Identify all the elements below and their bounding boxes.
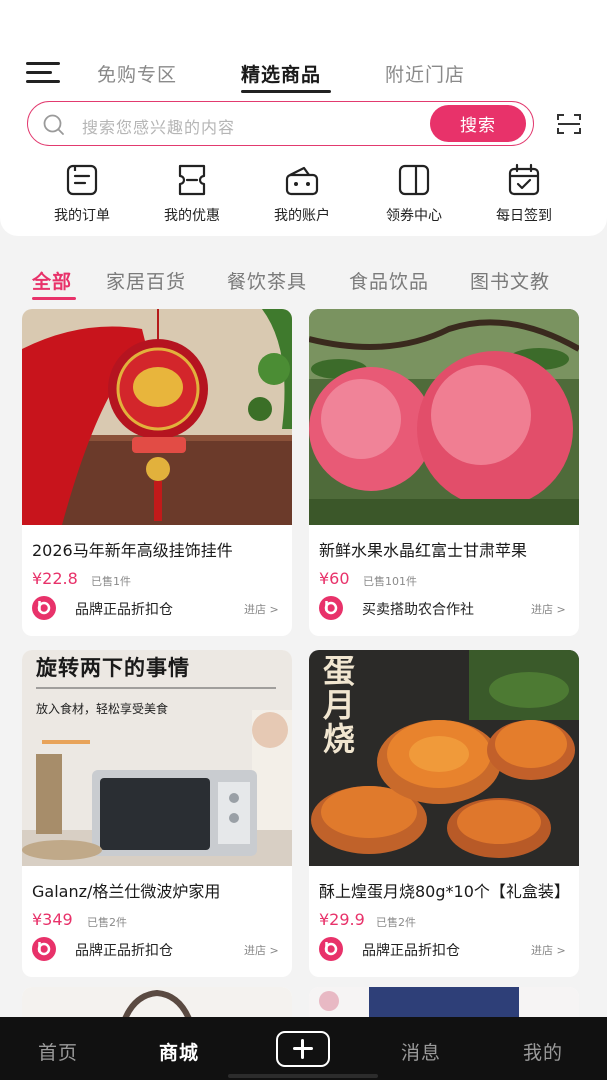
store-logo-icon bbox=[319, 596, 343, 620]
tab-featured-products[interactable]: 精选商品 bbox=[241, 60, 321, 87]
product-sold-count: 已售2件 bbox=[376, 916, 416, 929]
product-sold-count: 已售2件 bbox=[87, 916, 127, 929]
store-name: 品牌正品折扣仓 bbox=[75, 602, 173, 618]
nav-profile[interactable]: 我的 bbox=[523, 1038, 563, 1065]
coupon-icon bbox=[178, 164, 206, 196]
quick-action-label: 我的订单 bbox=[54, 208, 110, 224]
tab-nearby-stores[interactable]: 附近门店 bbox=[385, 60, 465, 87]
product-sold-count: 已售1件 bbox=[91, 575, 131, 588]
category-tab-home-goods[interactable]: 家居百货 bbox=[106, 267, 186, 294]
category-tab-dining-tea[interactable]: 餐饮茶具 bbox=[227, 267, 307, 294]
quick-action-my-orders[interactable]: 我的订单 bbox=[37, 162, 127, 224]
active-tab-underline bbox=[241, 90, 331, 93]
product-price: ¥349 bbox=[32, 910, 73, 929]
quick-action-daily-checkin[interactable]: 每日签到 bbox=[479, 162, 569, 224]
store-logo-icon bbox=[319, 937, 343, 961]
home-indicator bbox=[228, 1074, 378, 1078]
calendar-check-icon bbox=[508, 163, 540, 196]
store-name: 品牌正品折扣仓 bbox=[362, 943, 460, 959]
nav-home[interactable]: 首页 bbox=[38, 1038, 78, 1065]
product-price: ¥60 bbox=[319, 569, 350, 588]
search-placeholder: 搜索您感兴趣的内容 bbox=[82, 118, 236, 137]
quick-action-my-coupons[interactable]: 我的优惠 bbox=[147, 162, 237, 224]
product-price: ¥22.8 bbox=[32, 569, 78, 588]
product-title: 酥上煌蛋月烧80g*10个【礼盒装】 bbox=[319, 882, 570, 901]
search-button[interactable]: 搜索 bbox=[430, 105, 526, 142]
quick-action-label: 我的优惠 bbox=[164, 208, 220, 224]
order-icon bbox=[66, 164, 98, 196]
enter-store-link[interactable]: 进店 > bbox=[531, 601, 566, 617]
enter-store-link[interactable]: 进店 > bbox=[244, 601, 279, 617]
product-price: ¥29.9 bbox=[319, 910, 365, 929]
menu-icon[interactable] bbox=[26, 62, 60, 86]
product-card[interactable]: 蛋月烧 酥上煌蛋月烧80g*10个【礼盒装】 ¥29.9 已售2件 品牌正品折扣… bbox=[309, 650, 579, 977]
product-sold-count: 已售101件 bbox=[363, 575, 417, 588]
product-image-subline: 放入食材，轻松享受美食 bbox=[36, 702, 169, 716]
store-logo-icon bbox=[32, 596, 56, 620]
nav-mall[interactable]: 商城 bbox=[159, 1038, 199, 1065]
wallet-icon bbox=[285, 166, 319, 196]
product-image-headline: 蛋月烧 bbox=[323, 652, 356, 758]
quick-action-label: 每日签到 bbox=[496, 208, 552, 224]
search-icon bbox=[43, 114, 64, 135]
product-title: Galanz/格兰仕微波炉家用 bbox=[32, 882, 221, 901]
store-name: 品牌正品折扣仓 bbox=[75, 943, 173, 959]
category-tab-books-stationery[interactable]: 图书文教 bbox=[470, 267, 550, 294]
plus-icon[interactable] bbox=[276, 1031, 330, 1067]
product-title: 新鲜水果水晶红富士甘肃苹果 bbox=[319, 541, 528, 560]
ticket-icon bbox=[398, 164, 430, 196]
tab-free-zone[interactable]: 免购专区 bbox=[97, 60, 177, 87]
nav-messages[interactable]: 消息 bbox=[401, 1038, 441, 1065]
quick-action-coupon-center[interactable]: 领券中心 bbox=[369, 162, 459, 224]
store-logo-icon bbox=[32, 937, 56, 961]
enter-store-link[interactable]: 进店 > bbox=[244, 942, 279, 958]
product-image bbox=[309, 309, 579, 525]
product-title: 2026马年新年高级挂饰挂件 bbox=[32, 541, 233, 560]
product-image bbox=[22, 650, 292, 866]
scan-icon[interactable] bbox=[556, 112, 582, 136]
product-image-headline: 旋转两下的事情 bbox=[36, 656, 190, 680]
product-image bbox=[22, 309, 292, 525]
product-card[interactable]: 2026马年新年高级挂饰挂件 ¥22.8 已售1件 品牌正品折扣仓 进店 > bbox=[22, 309, 292, 636]
category-tab-food-drink[interactable]: 食品饮品 bbox=[349, 267, 429, 294]
category-tab-all[interactable]: 全部 bbox=[32, 267, 72, 294]
quick-action-label: 领券中心 bbox=[386, 208, 442, 224]
quick-action-my-account[interactable]: 我的账户 bbox=[257, 162, 347, 224]
quick-action-label: 我的账户 bbox=[274, 208, 330, 224]
product-card[interactable]: 旋转两下的事情 放入食材，轻松享受美食 Galanz/格兰仕微波炉家用 ¥349… bbox=[22, 650, 292, 977]
product-card[interactable]: 新鲜水果水晶红富士甘肃苹果 ¥60 已售101件 买卖搭助农合作社 进店 > bbox=[309, 309, 579, 636]
store-name: 买卖搭助农合作社 bbox=[362, 602, 474, 618]
enter-store-link[interactable]: 进店 > bbox=[531, 942, 566, 958]
category-active-underline bbox=[32, 297, 76, 300]
